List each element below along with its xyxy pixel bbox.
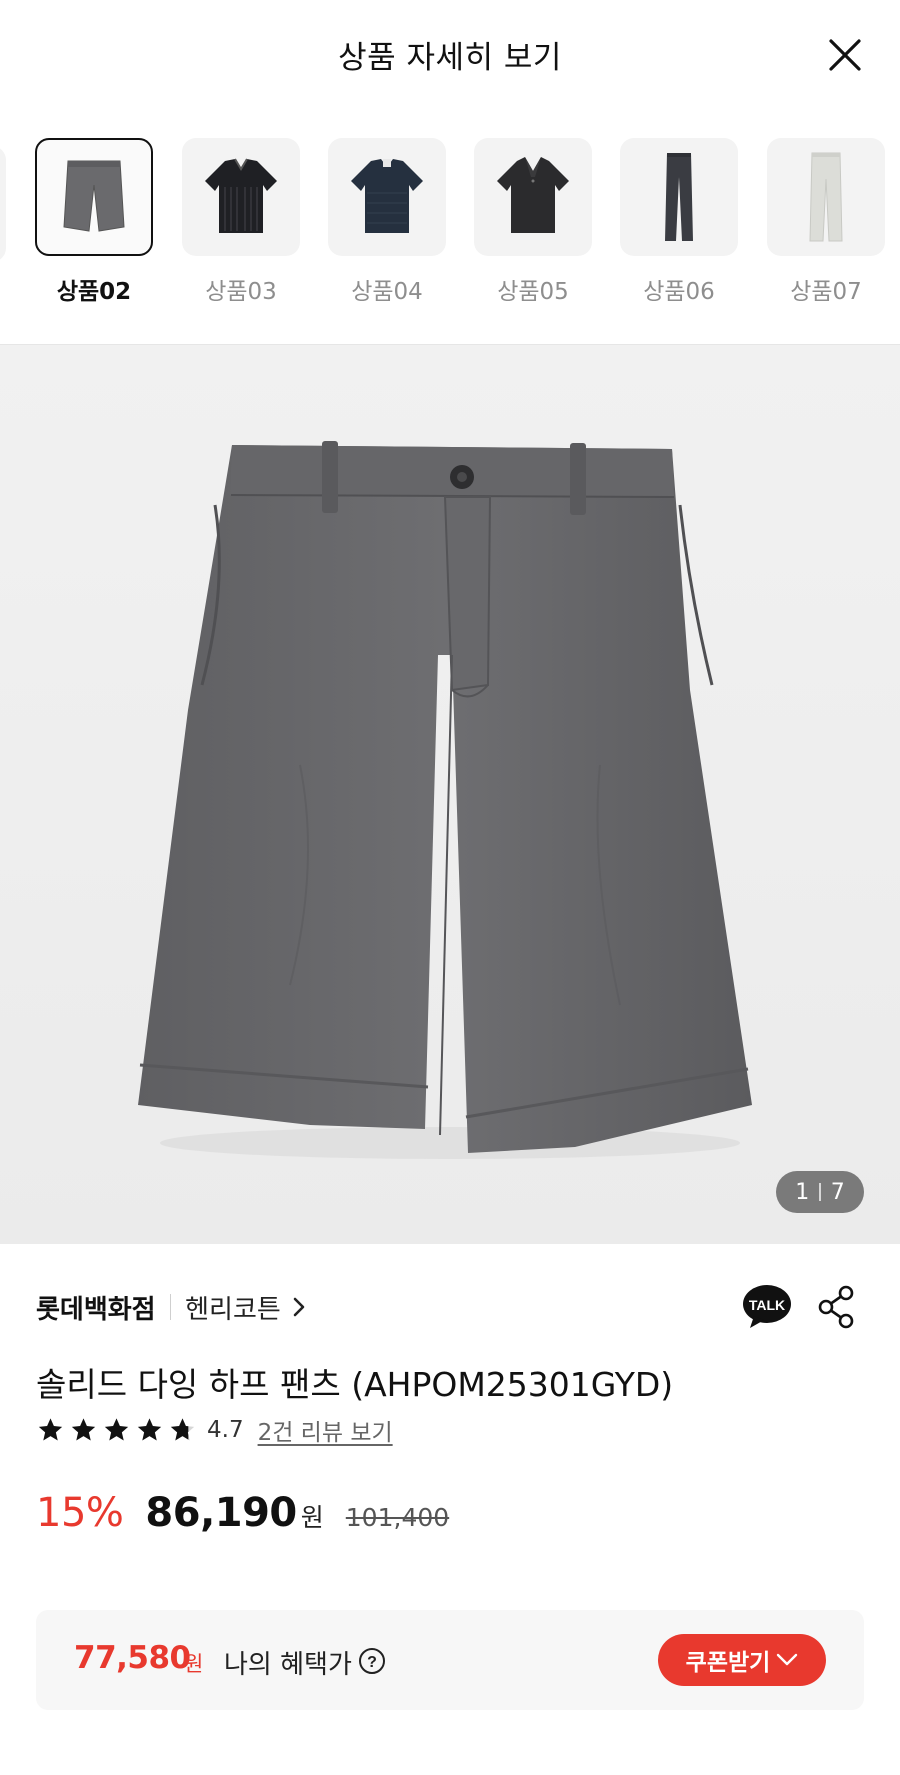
svg-text:?: ? [367, 1654, 377, 1671]
pants-light-thumbnail-graphic [809, 152, 843, 242]
currency-unit: 원 [300, 1503, 324, 1532]
thumbnail-image [182, 138, 300, 256]
thumbnail-label: 상품07 [790, 279, 862, 305]
thumbnail-label: 상품05 [497, 279, 569, 305]
thumbnail-item[interactable]: 상품06 [620, 138, 738, 306]
price-row: 15% 86,190 원 101,400 [36, 1490, 449, 1546]
thumbnail-label: 상품06 [643, 279, 715, 305]
pants-thumbnail-graphic [665, 153, 693, 241]
thumbnail-image [474, 138, 592, 256]
thumbnail-item[interactable]: 상품02 [35, 138, 153, 306]
benefit-price-box: 77,580 원 나의 혜택가 ? 쿠폰받기 [36, 1610, 864, 1710]
shorts-thumbnail-graphic [63, 160, 125, 232]
page-title: 상품 자세히 보기 [338, 40, 562, 76]
thumbnail-item[interactable]: 상품05 [474, 138, 592, 306]
product-image-gallery[interactable] [0, 344, 900, 1244]
image-counter-divider [819, 1183, 821, 1201]
thumbnail-label: 상품03 [205, 279, 277, 305]
thumbnail-image [767, 138, 885, 256]
thumbnail-strip[interactable]: 상품02 상품03 상품04 상품05 상품06 상품07 [0, 138, 900, 313]
thumbnail-label: 상품02 [56, 279, 132, 305]
sale-price: 86,190 [145, 1490, 297, 1536]
review-link[interactable]: 2건 리뷰 보기 [258, 1413, 393, 1447]
star-icon [71, 1418, 96, 1441]
kakao-talk-button[interactable]: TALK [742, 1284, 792, 1330]
thumbnail-previous-partial[interactable] [0, 146, 6, 262]
rating-value: 4.7 [207, 1417, 244, 1443]
chevron-down-icon [777, 1653, 798, 1666]
coupon-button[interactable]: 쿠폰받기 [658, 1634, 826, 1686]
polo-thumbnail-graphic [497, 157, 569, 233]
header: 상품 자세히 보기 [0, 0, 900, 110]
thumbnail-item[interactable]: 상품03 [182, 138, 300, 306]
chevron-right-icon[interactable] [291, 1295, 307, 1319]
brand-row: 롯데백화점 헨리코튼 [36, 1285, 307, 1329]
thumbnail-image [620, 138, 738, 256]
image-counter-total: 7 [830, 1179, 845, 1205]
image-counter: 1 7 [776, 1171, 864, 1213]
question-circle-icon: ? [359, 1648, 385, 1674]
share-icon [818, 1285, 854, 1329]
product-name: 솔리드 다잉 하프 팬츠 (AHPOM25301GYD) [36, 1365, 674, 1404]
benefit-label: 나의 혜택가 [224, 1650, 352, 1680]
thumbnail-item[interactable]: 상품07 [767, 138, 885, 306]
original-price: 101,400 [345, 1503, 450, 1532]
svg-text:TALK: TALK [749, 1297, 785, 1313]
star-icon [38, 1418, 63, 1441]
benefit-price: 77,580 [74, 1640, 191, 1676]
thumbnail-label: 상품04 [351, 279, 423, 305]
help-button[interactable]: ? [358, 1647, 386, 1675]
image-counter-current: 1 [795, 1179, 810, 1205]
coupon-button-label: 쿠폰받기 [685, 1650, 771, 1676]
star-icon [104, 1418, 129, 1441]
benefit-currency-unit: 원 [184, 1652, 204, 1676]
knit-navy-thumbnail-graphic [351, 159, 423, 233]
thumbnail-item[interactable]: 상품04 [328, 138, 446, 306]
close-icon [829, 39, 861, 71]
discount-rate: 15% [36, 1490, 124, 1536]
thumbnail-image [328, 138, 446, 256]
knit-polo-thumbnail-graphic [205, 158, 277, 233]
thumbnail-image [35, 138, 153, 256]
rating-row: 4.7 2건 리뷰 보기 [36, 1413, 393, 1447]
close-button[interactable] [826, 36, 864, 74]
divider [169, 1294, 172, 1320]
kakao-talk-icon: TALK [743, 1285, 791, 1328]
star-half-icon [170, 1418, 195, 1441]
store-name: 롯데백화점 [36, 1294, 156, 1325]
product-image [138, 441, 752, 1159]
share-button[interactable] [816, 1285, 856, 1329]
star-icon [137, 1418, 162, 1441]
brand-link[interactable]: 헨리코튼 [185, 1289, 281, 1326]
star-rating [36, 1416, 197, 1444]
